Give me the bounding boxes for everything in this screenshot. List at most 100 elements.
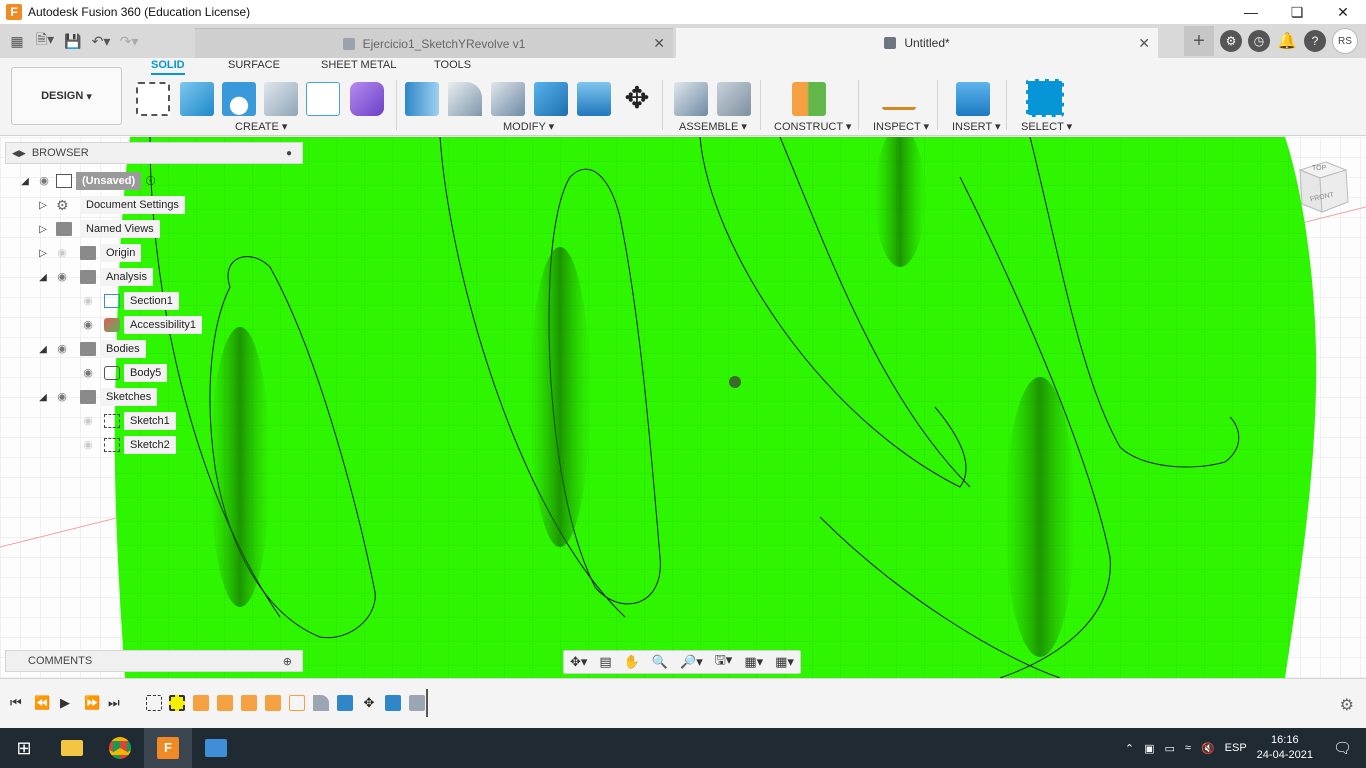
chrome-icon[interactable]: [96, 728, 144, 768]
workspace-switcher-button[interactable]: DESIGN ▾: [11, 67, 122, 125]
tree-item-document-settings[interactable]: ▷ ⚙ Document Settings: [36, 195, 185, 215]
step-forward-icon[interactable]: ⏩: [84, 695, 100, 711]
viewcube[interactable]: TOP FRONT: [1292, 156, 1352, 220]
combine-icon[interactable]: [534, 82, 568, 116]
wifi-icon[interactable]: ≈: [1185, 742, 1191, 754]
show-hidden-icons-chevron-icon[interactable]: ⌃: [1125, 742, 1134, 755]
expanded-triangle-icon[interactable]: ◢: [36, 272, 50, 283]
windows-start-icon[interactable]: ⊞: [0, 728, 48, 768]
timeline-feature-icon[interactable]: [193, 695, 209, 711]
pattern-icon[interactable]: [306, 82, 340, 116]
clock[interactable]: 16:16 24-04-2021: [1257, 733, 1313, 763]
timeline-marker[interactable]: [426, 689, 434, 717]
timeline-settings-gear-icon[interactable]: ⚙: [1340, 695, 1354, 715]
close-tab-icon[interactable]: ✕: [653, 35, 665, 52]
collapsed-triangle-icon[interactable]: ▷: [36, 248, 50, 259]
measure-icon[interactable]: [882, 90, 916, 110]
timeline-body-icon[interactable]: [409, 695, 425, 711]
timeline-move-icon[interactable]: ✥: [361, 695, 377, 711]
tree-item-body5[interactable]: ◉ Body5: [76, 363, 168, 383]
insert-image-icon[interactable]: [956, 82, 990, 116]
fit-icon[interactable]: 🔎▾: [680, 654, 703, 670]
hidden-eye-icon[interactable]: ◉: [80, 416, 96, 427]
tree-item-accessibility1[interactable]: ◉ Accessibility1: [76, 315, 203, 335]
expanded-triangle-icon[interactable]: ◢: [36, 392, 50, 403]
timeline-combine-icon[interactable]: [385, 695, 401, 711]
save-icon[interactable]: 💾: [62, 30, 84, 52]
collapsed-triangle-icon[interactable]: ▷: [36, 200, 50, 211]
press-pull-icon[interactable]: [405, 82, 439, 116]
hidden-eye-icon[interactable]: ◉: [54, 248, 70, 259]
data-panel-grid-icon[interactable]: ▦: [6, 30, 28, 52]
volume-muted-icon[interactable]: 🔇: [1201, 742, 1215, 755]
tree-item-unsaved[interactable]: ◢ ◉ (Unsaved) ☉: [18, 171, 156, 191]
tab-solid[interactable]: SOLID: [151, 59, 185, 75]
zoom-icon[interactable]: 🔍: [652, 654, 668, 670]
restore-button[interactable]: ❏: [1274, 0, 1320, 24]
go-to-end-icon[interactable]: ⏭: [108, 695, 120, 711]
display-settings-icon[interactable]: 🖫▾: [715, 651, 733, 673]
help-icon[interactable]: ?: [1304, 30, 1326, 52]
joint-icon[interactable]: [717, 82, 751, 116]
language-indicator[interactable]: ESP: [1225, 742, 1247, 754]
hidden-eye-icon[interactable]: ◉: [80, 296, 96, 307]
user-avatar[interactable]: RS: [1332, 28, 1358, 54]
file-explorer-icon[interactable]: [48, 728, 96, 768]
meet-now-icon[interactable]: ▣: [1144, 742, 1154, 755]
revolve-icon[interactable]: [222, 82, 256, 116]
eye-icon[interactable]: ◉: [54, 392, 70, 403]
undo-icon[interactable]: ↶▾: [90, 30, 112, 52]
viewports-icon[interactable]: ▦▾: [775, 654, 794, 670]
collapse-arrows-icon[interactable]: ◀▶: [12, 148, 26, 159]
viewcube-top-label[interactable]: TOP: [1312, 165, 1326, 172]
browser-header[interactable]: ◀▶ BROWSER ●: [5, 142, 303, 164]
tree-item-origin[interactable]: ▷ ◉ Origin: [36, 243, 142, 263]
timeline-sketch-icon[interactable]: [146, 695, 162, 711]
insert-menu[interactable]: INSERT ▾: [952, 120, 1001, 133]
file-menu-icon[interactable]: 🗎▾: [34, 30, 56, 52]
play-icon[interactable]: ▶: [60, 695, 70, 711]
extensions-icon[interactable]: ⚙: [1220, 30, 1242, 52]
create-form-icon[interactable]: [350, 82, 384, 116]
new-tab-plus-icon[interactable]: +: [1184, 26, 1214, 56]
construct-menu[interactable]: CONSTRUCT ▾: [774, 120, 851, 133]
timeline-feature-icon[interactable]: [265, 695, 281, 711]
tab-sheet-metal[interactable]: SHEET METAL: [321, 59, 396, 75]
extrude-icon[interactable]: [180, 82, 214, 116]
offset-plane-icon[interactable]: [792, 82, 826, 116]
tab-surface[interactable]: SURFACE: [228, 59, 280, 75]
modeling-canvas[interactable]: [0, 137, 1366, 678]
tab-ejercicio1[interactable]: Ejercicio1_SketchYRevolve v1 ✕: [195, 28, 673, 58]
timeline-feature-icon[interactable]: [241, 695, 257, 711]
timeline-fillet-icon[interactable]: [313, 695, 329, 711]
tree-item-named-views[interactable]: ▷ Named Views: [36, 219, 160, 239]
tree-item-sketches[interactable]: ◢ ◉ Sketches: [36, 387, 158, 407]
step-back-icon[interactable]: ⏪: [34, 695, 50, 711]
tree-item-sketch1[interactable]: ◉ Sketch1: [76, 411, 176, 431]
timeline-extrude-icon[interactable]: [337, 695, 353, 711]
tree-item-sketch2[interactable]: ◉ Sketch2: [76, 435, 176, 455]
expanded-triangle-icon[interactable]: ◢: [18, 176, 32, 187]
timeline-feature-icon[interactable]: [217, 695, 233, 711]
add-comment-icon[interactable]: ⊕: [283, 655, 292, 668]
create-sketch-icon[interactable]: [136, 82, 170, 116]
browser-minus-icon[interactable]: ●: [286, 148, 292, 159]
battery-icon[interactable]: ▭: [1165, 742, 1175, 755]
new-component-icon[interactable]: [674, 82, 708, 116]
shell-icon[interactable]: [577, 82, 611, 116]
chamfer-icon[interactable]: [491, 82, 525, 116]
minimize-button[interactable]: —: [1228, 0, 1274, 24]
timeline-feature-icon[interactable]: [289, 695, 305, 711]
collapsed-triangle-icon[interactable]: ▷: [36, 224, 50, 235]
notifications-icon[interactable]: 🗨: [1333, 739, 1352, 757]
close-tab-icon[interactable]: ✕: [1138, 35, 1150, 52]
grid-settings-icon[interactable]: ▦▾: [744, 654, 763, 670]
comments-panel[interactable]: COMMENTS ⊕: [5, 650, 303, 672]
expanded-triangle-icon[interactable]: ◢: [36, 344, 50, 355]
eye-icon[interactable]: ◉: [54, 272, 70, 283]
pan-hand-icon[interactable]: ✋: [624, 654, 640, 670]
go-to-start-icon[interactable]: ⏮: [10, 695, 22, 711]
eye-icon[interactable]: ◉: [54, 344, 70, 355]
tab-untitled[interactable]: Untitled* ✕: [676, 28, 1158, 58]
modify-menu[interactable]: MODIFY ▾: [503, 120, 554, 133]
